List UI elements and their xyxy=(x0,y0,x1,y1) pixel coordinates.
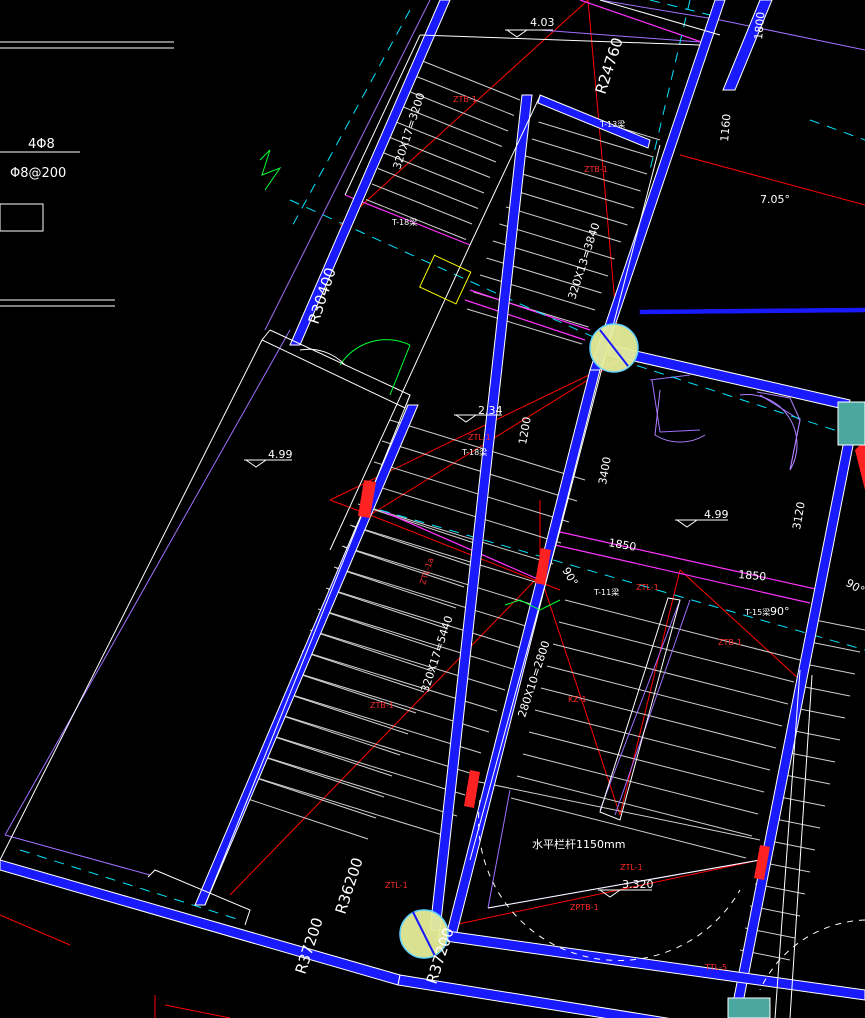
elev-landing: 2.34 xyxy=(478,404,503,417)
radius-30400: R30400 xyxy=(305,265,340,326)
tag-ztl-e: ZTL-1 xyxy=(620,863,643,872)
dim-3400: 3400 xyxy=(596,456,614,486)
dim-1850-a: 1850 xyxy=(607,536,637,554)
tag-beam-3: T-18梁 xyxy=(461,448,487,457)
angle-7: 7.05° xyxy=(760,193,790,206)
stair-tread xyxy=(558,621,795,683)
stair-tread xyxy=(335,567,457,609)
stair-tread xyxy=(466,308,583,345)
angle-90-b: 90° xyxy=(770,605,790,618)
stair-tread xyxy=(263,756,385,798)
stair-tread xyxy=(518,172,635,209)
stair-tread xyxy=(303,651,425,693)
stair-tread xyxy=(271,735,393,777)
tag-beam-4: T-11梁 xyxy=(593,588,619,597)
stair-tread xyxy=(516,775,753,837)
note-box xyxy=(0,203,44,232)
stair-tread xyxy=(505,206,622,243)
stair-tread xyxy=(319,609,441,651)
elev-lower: 3.320 xyxy=(622,878,654,891)
stair-tread xyxy=(373,461,570,523)
stair-tread xyxy=(295,672,417,714)
stair-tread xyxy=(419,59,521,101)
stair-tread xyxy=(311,630,433,672)
red-axis-lines xyxy=(0,0,865,1018)
dim-1160: 1160 xyxy=(718,113,733,142)
elev-top: 4.03 xyxy=(530,16,555,29)
tag-ztl-b: ZTL-1a xyxy=(418,557,435,586)
tag-ttl: TTL-5 xyxy=(704,963,727,972)
stair-tread xyxy=(279,714,401,756)
stair-tread xyxy=(469,779,761,841)
angle-90-c: 90° xyxy=(844,576,865,597)
dim-1850-b: 1850 xyxy=(738,568,767,583)
stair-tread xyxy=(371,183,473,225)
dashed-arc xyxy=(478,799,741,961)
rebar-stirrup-label: Φ8@200 xyxy=(10,166,66,181)
tag-beam-1: T-13梁 xyxy=(599,120,625,129)
purple-lines xyxy=(4,0,865,909)
stair-tread xyxy=(255,777,377,819)
railing-note: 水平栏杆1150mm xyxy=(532,837,625,851)
left-notes: 4Φ8 Φ8@200 xyxy=(0,41,174,307)
tag-ztb-c: ZTB-1 xyxy=(370,701,394,710)
tag-ztb-d: ZTB-1 xyxy=(718,638,742,647)
stair-tread xyxy=(809,641,861,653)
dim-3120: 3120 xyxy=(790,501,808,531)
stair-tread xyxy=(789,729,841,741)
stair-tread xyxy=(528,731,765,793)
tag-ztl-c: ZTL-1 xyxy=(636,583,659,592)
tag-zpb: ZPTB-1 xyxy=(570,903,599,912)
stair-tread xyxy=(522,753,759,815)
stair-tread xyxy=(287,693,409,735)
stair-tread xyxy=(534,709,771,771)
stair-tread xyxy=(552,643,789,705)
stair-tread xyxy=(799,685,851,697)
flight-upper-right: 320X13=3840 xyxy=(565,221,602,301)
tag-ztb-b: ZTB-1 xyxy=(584,165,608,174)
cad-drawing-canvas[interactable]: 4Φ8 Φ8@200 4.03 4.99 2.34 4.99 3.320 R24… xyxy=(0,0,865,1018)
stair-tread xyxy=(814,619,865,631)
elev-room: 4.99 xyxy=(704,508,729,521)
dim-1800: 1800 xyxy=(752,11,767,40)
radius-24760: R24760 xyxy=(592,35,627,96)
stair-tread xyxy=(343,546,465,588)
stair-tread xyxy=(365,482,562,544)
stair-tread xyxy=(359,504,481,546)
magenta-railings xyxy=(344,0,821,604)
tag-ztl-d: ZTL-1 xyxy=(385,881,408,890)
tag-ztb-a: ZTB-1 xyxy=(453,95,477,104)
stair-tread xyxy=(377,168,479,209)
tag-beam-5: T-15梁 xyxy=(744,608,770,617)
elev-left: 4.99 xyxy=(268,448,293,461)
room-door xyxy=(654,389,801,471)
white-outlines xyxy=(0,34,813,1018)
angle-90-a: 90° xyxy=(559,565,580,588)
stair-tread xyxy=(327,588,449,630)
tag-ztl-a: ZTL-1 xyxy=(468,433,491,442)
stair-tread xyxy=(804,663,856,675)
tag-beam-2: T-18梁 xyxy=(391,218,417,227)
rebar-main-label: 4Φ8 xyxy=(28,137,55,152)
dim-1200: 1200 xyxy=(516,416,534,446)
stair-plan-drawing: 4Φ8 Φ8@200 4.03 4.99 2.34 4.99 3.320 R24… xyxy=(0,0,865,1018)
stair-tread xyxy=(794,707,846,719)
stair-tread xyxy=(247,798,369,840)
stair-tread xyxy=(525,155,641,192)
radius-36200: R36200 xyxy=(332,855,367,916)
tag-kz: KZ-1 xyxy=(568,695,587,704)
stair-tread xyxy=(512,189,628,226)
